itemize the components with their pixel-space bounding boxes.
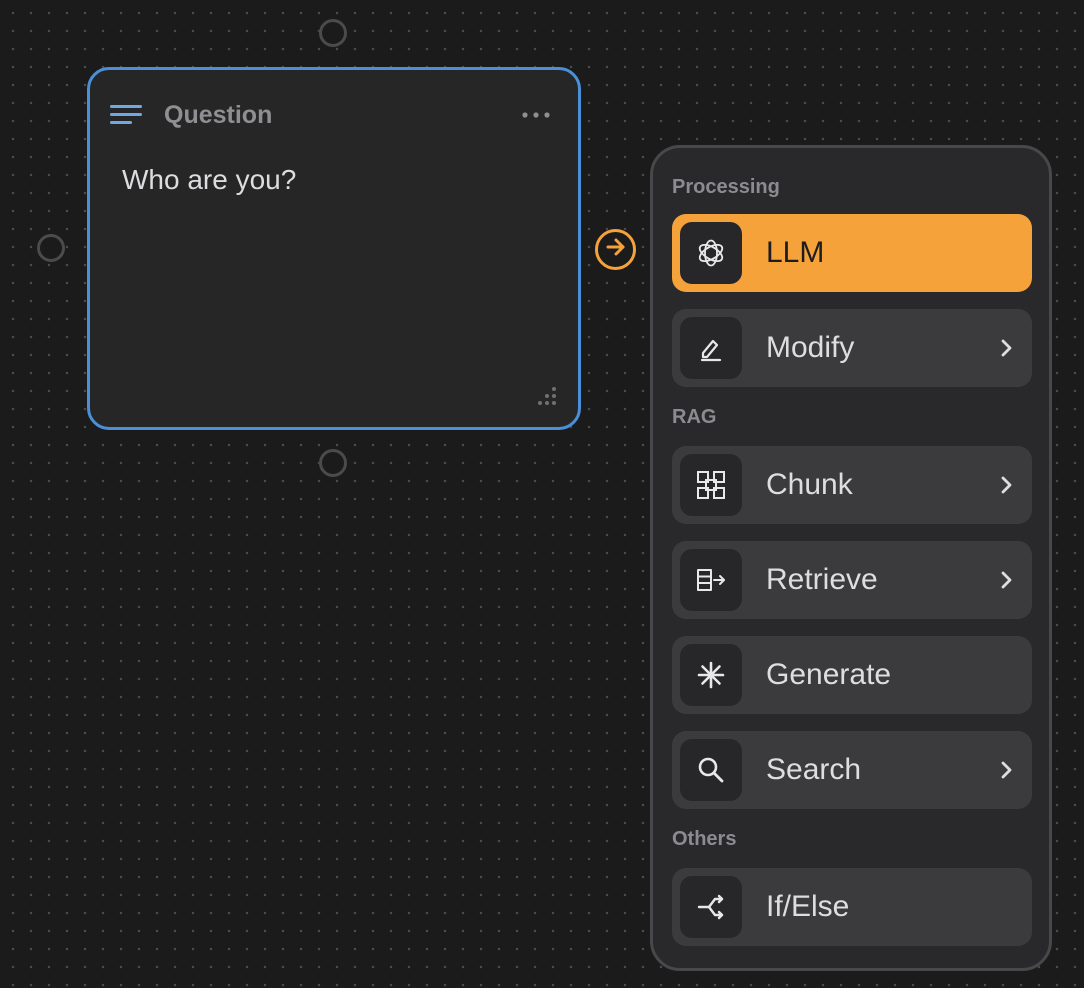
menu-item-if-else[interactable]: If/Else <box>672 868 1032 946</box>
question-node[interactable]: Question Who are you? <box>87 67 581 430</box>
menu-item-label: LLM <box>766 236 825 269</box>
section-label-others: Others <box>672 828 737 850</box>
menu-item-label: If/Else <box>766 890 850 923</box>
chevron-right-icon <box>998 758 1016 782</box>
menu-item-label: Modify <box>766 331 855 364</box>
node-title: Question <box>164 100 273 129</box>
menu-item-label: Chunk <box>766 468 853 501</box>
menu-item-chunk[interactable]: Chunk <box>672 446 1032 524</box>
openai-icon <box>680 222 742 284</box>
menu-item-search[interactable]: Search <box>672 731 1032 809</box>
text-lines-icon <box>110 103 144 127</box>
section-label-processing: Processing <box>672 176 780 198</box>
resize-handle-icon[interactable] <box>536 385 558 407</box>
retrieve-icon <box>680 549 742 611</box>
menu-item-modify[interactable]: Modify <box>672 309 1032 387</box>
chevron-right-icon <box>998 473 1016 497</box>
more-options-icon[interactable] <box>522 105 550 125</box>
node-handle-top[interactable] <box>319 19 347 47</box>
arrow-right-icon <box>603 234 629 265</box>
pencil-icon <box>680 317 742 379</box>
node-picker-panel: Processing LLM Modify RAG Chunk Retrieve… <box>650 145 1052 971</box>
asterisk-icon <box>680 644 742 706</box>
node-header: Question <box>110 98 550 132</box>
menu-item-label: Search <box>766 753 862 786</box>
branch-icon <box>680 876 742 938</box>
menu-item-retrieve[interactable]: Retrieve <box>672 541 1032 619</box>
section-label-rag: RAG <box>672 406 717 428</box>
menu-item-label: Retrieve <box>766 563 878 596</box>
node-handle-bottom[interactable] <box>319 449 347 477</box>
search-icon <box>680 739 742 801</box>
node-content[interactable]: Who are you? <box>122 164 296 196</box>
chevron-right-icon <box>998 568 1016 592</box>
menu-item-generate[interactable]: Generate <box>672 636 1032 714</box>
output-handle[interactable] <box>595 229 636 270</box>
menu-item-label: Generate <box>766 658 892 691</box>
node-handle-left[interactable] <box>37 234 65 262</box>
chevron-right-icon <box>998 336 1016 360</box>
menu-item-llm[interactable]: LLM <box>672 214 1032 292</box>
chunk-grid-icon <box>680 454 742 516</box>
